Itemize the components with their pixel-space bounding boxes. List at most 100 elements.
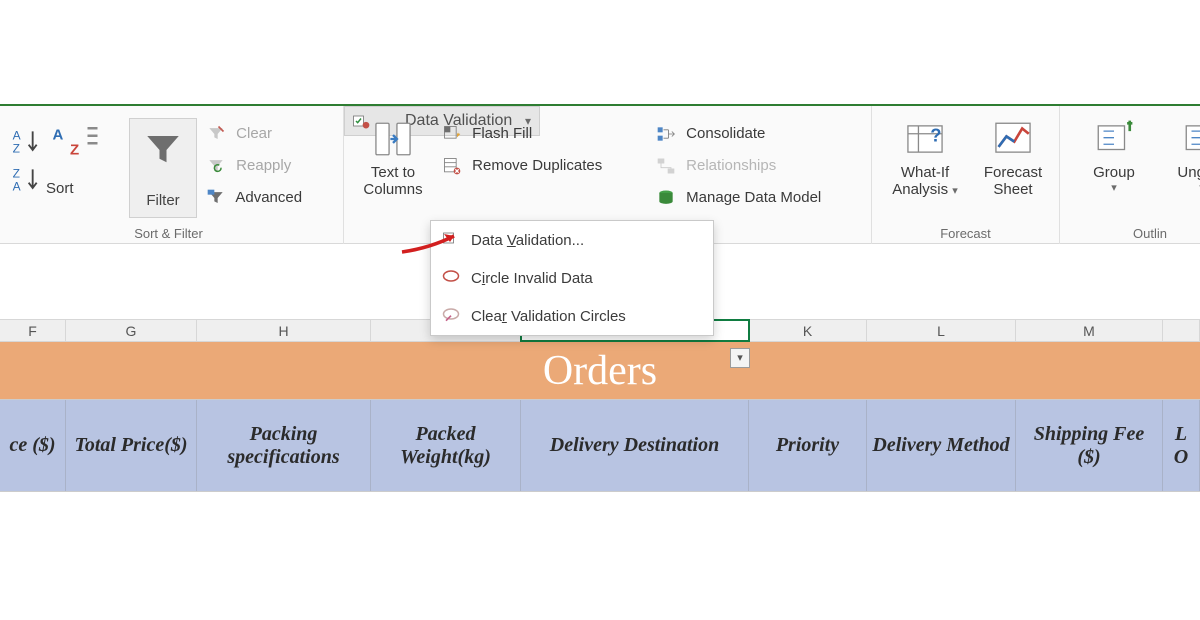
svg-text:Z: Z bbox=[70, 142, 79, 159]
chevron-down-icon: ▾ bbox=[1158, 181, 1200, 194]
th-delivery-destination: Delivery Destination bbox=[521, 400, 749, 491]
group-label-txt: Group bbox=[1078, 164, 1150, 181]
svg-text:Z: Z bbox=[13, 142, 20, 156]
group-label-forecast: Forecast bbox=[872, 226, 1059, 241]
th-delivery-method: Delivery Method bbox=[867, 400, 1016, 491]
mi0-pre: Data bbox=[471, 232, 507, 249]
manage-data-model-label: Manage Data Model bbox=[686, 189, 821, 206]
ttc-l1: Text to bbox=[356, 164, 430, 181]
menu-item-circle-invalid[interactable]: Circle Invalid Data bbox=[431, 259, 713, 297]
circle-invalid-icon bbox=[431, 266, 471, 290]
relationships-label: Relationships bbox=[686, 157, 776, 174]
flash-fill-label: Flash Fill bbox=[472, 125, 532, 142]
menu-item-clear-circles[interactable]: Clear Validation Circles bbox=[431, 297, 713, 335]
col-header-H[interactable]: H bbox=[197, 320, 371, 341]
remove-duplicates-label: Remove Duplicates bbox=[472, 157, 602, 174]
sort-za-icon[interactable]: ZA bbox=[10, 164, 42, 201]
flash-fill-button[interactable]: Flash Fill bbox=[442, 124, 532, 144]
svg-text:Z: Z bbox=[13, 166, 20, 180]
whatif-l1: What-If bbox=[882, 164, 968, 181]
clear-filter-button: Clear bbox=[206, 124, 272, 144]
relationships-icon bbox=[656, 156, 676, 176]
filter-icon bbox=[130, 129, 196, 176]
text-to-columns-button[interactable]: Text to Columns bbox=[356, 118, 430, 198]
text-to-columns-icon bbox=[356, 118, 430, 164]
orders-title-row: Orders ▾ bbox=[0, 342, 1200, 400]
col-header-G[interactable]: G bbox=[66, 320, 197, 341]
mi2-pre: Clea bbox=[471, 308, 502, 325]
consolidate-button[interactable]: Consolidate bbox=[656, 124, 765, 144]
reapply-label: Reapply bbox=[236, 157, 291, 174]
mi1-post: rcle Invalid Data bbox=[485, 270, 593, 287]
chevron-down-icon: ▾ bbox=[952, 185, 958, 197]
advanced-filter-button[interactable]: Advanced bbox=[206, 188, 302, 208]
th-shipping-fee: Shipping Fee ($) bbox=[1016, 400, 1163, 491]
data-validation-menu: Data Validation... Circle Invalid Data C… bbox=[430, 220, 714, 336]
table-header-row: ce ($) Total Price($) Packing specificat… bbox=[0, 400, 1200, 492]
orders-title: Orders bbox=[543, 347, 657, 395]
reapply-icon bbox=[206, 156, 226, 176]
data-rows-empty[interactable] bbox=[0, 492, 1200, 620]
th-packing-specs: Packing specifications bbox=[197, 400, 371, 491]
remove-duplicates-button[interactable]: Remove Duplicates bbox=[442, 156, 602, 176]
sort-icon[interactable]: A Z bbox=[50, 122, 100, 168]
group-button[interactable]: Group ▾ bbox=[1078, 118, 1150, 194]
advanced-label: Advanced bbox=[235, 189, 302, 206]
consolidate-label: Consolidate bbox=[686, 125, 765, 142]
mi0-u: V bbox=[507, 232, 516, 249]
fcsheet-l2: Sheet bbox=[974, 181, 1052, 198]
col-header-N[interactable] bbox=[1163, 320, 1200, 341]
clear-label: Clear bbox=[236, 125, 272, 142]
th-next-cutoff: L O bbox=[1163, 400, 1200, 491]
col-header-L[interactable]: L bbox=[867, 320, 1016, 341]
ungroup-label-txt: Ungrou bbox=[1158, 164, 1200, 181]
whatif-l2: Analysis bbox=[892, 181, 948, 198]
sort-button[interactable]: Sort bbox=[46, 180, 74, 197]
group-label-sortfilter: Sort & Filter bbox=[0, 226, 343, 241]
consolidate-icon bbox=[656, 124, 676, 144]
th-priority: Priority bbox=[749, 400, 867, 491]
svg-text:A: A bbox=[13, 180, 21, 194]
group-sort-filter: AZ ZA A Z Sort Filter Clear Reapply bbox=[0, 106, 344, 244]
what-if-icon: ? bbox=[882, 118, 968, 164]
group-label-outline: Outlin bbox=[1060, 226, 1200, 241]
group-icon bbox=[1078, 118, 1150, 164]
ungroup-button[interactable]: Ungrou ▾ bbox=[1158, 118, 1200, 194]
forecast-sheet-icon bbox=[974, 118, 1052, 164]
svg-text:?: ? bbox=[930, 125, 941, 146]
group-outline: Group ▾ Ungrou ▾ Outlin bbox=[1060, 106, 1200, 244]
chevron-down-icon: ▾ bbox=[1078, 181, 1150, 194]
advanced-icon bbox=[206, 188, 226, 208]
ttc-l2: Columns bbox=[356, 181, 430, 198]
col-header-K[interactable]: K bbox=[749, 320, 867, 341]
relationships-button: Relationships bbox=[656, 156, 776, 176]
manage-data-model-icon bbox=[656, 188, 676, 208]
forecast-sheet-button[interactable]: Forecast Sheet bbox=[974, 118, 1052, 198]
menu-item-data-validation[interactable]: Data Validation... bbox=[431, 221, 713, 259]
manage-data-model-button[interactable]: Manage Data Model bbox=[656, 188, 821, 208]
mi1-pre: C bbox=[471, 270, 482, 287]
col-header-M[interactable]: M bbox=[1016, 320, 1163, 341]
group-forecast: ? What-If Analysis ▾ Forecast Sheet Fore… bbox=[872, 106, 1060, 244]
clear-icon bbox=[206, 124, 226, 144]
ungroup-icon bbox=[1158, 118, 1200, 164]
col-header-F[interactable]: F bbox=[0, 320, 66, 341]
svg-text:A: A bbox=[13, 128, 21, 142]
data-validation-icon bbox=[431, 228, 471, 252]
th-packed-weight: Packed Weight(kg) bbox=[371, 400, 521, 491]
cell-dropdown-button[interactable]: ▾ bbox=[730, 348, 750, 368]
reapply-filter-button: Reapply bbox=[206, 156, 291, 176]
svg-text:A: A bbox=[53, 127, 64, 144]
filter-label: Filter bbox=[130, 192, 196, 209]
mi0-post: alidation... bbox=[516, 232, 584, 249]
remove-duplicates-icon bbox=[442, 156, 462, 176]
fcsheet-l1: Forecast bbox=[974, 164, 1052, 181]
th-total-price: Total Price($) bbox=[66, 400, 197, 491]
mi2-post: Validation Circles bbox=[507, 308, 626, 325]
what-if-analysis-button[interactable]: ? What-If Analysis ▾ bbox=[882, 118, 968, 198]
filter-button[interactable]: Filter bbox=[129, 118, 197, 218]
th-unit-price: ce ($) bbox=[0, 400, 66, 491]
sort-az-icon[interactable]: AZ bbox=[10, 126, 42, 163]
clear-circles-icon bbox=[431, 304, 471, 328]
flash-fill-icon bbox=[442, 124, 462, 144]
